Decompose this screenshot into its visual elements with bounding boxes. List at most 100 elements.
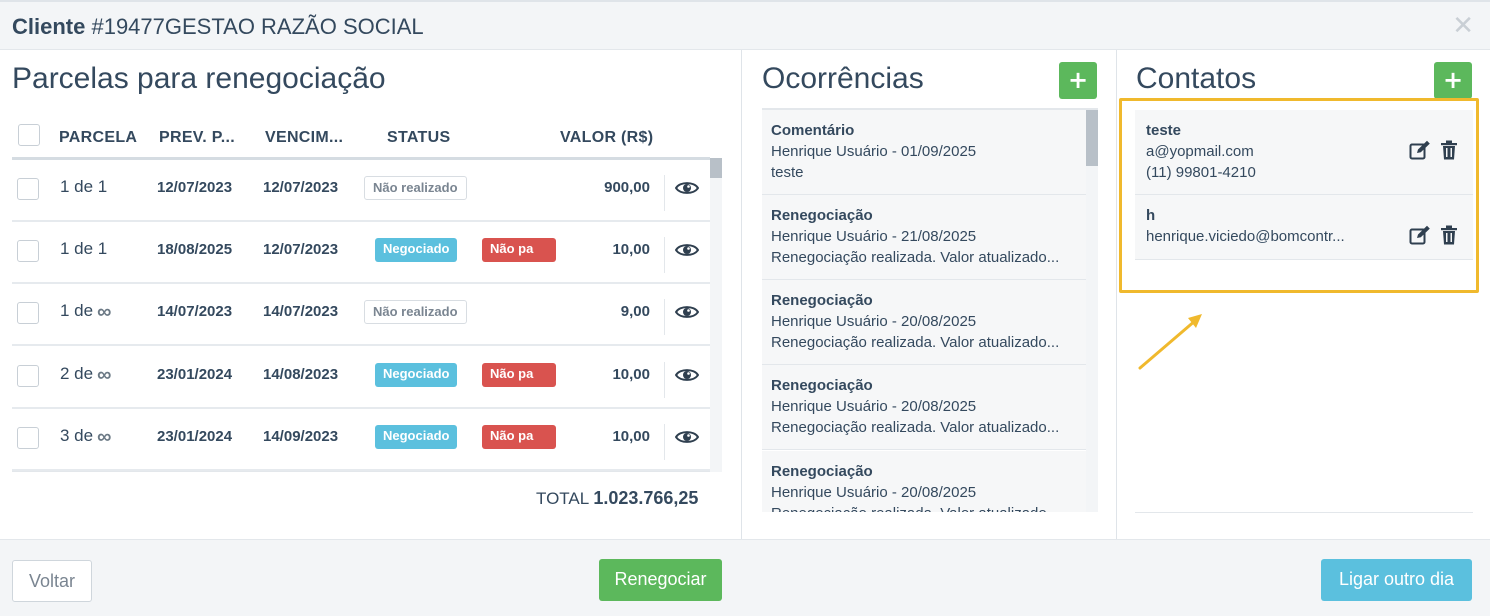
ocorrencia-author-date: Henrique Usuário - 20/08/2025	[771, 313, 977, 330]
table-row[interactable]: 1 de 1 18/08/2025 12/07/2023 Negociado Não p…	[12, 222, 710, 284]
eye-icon[interactable]	[675, 304, 699, 320]
column-divider	[741, 50, 742, 616]
row-checkbox[interactable]	[17, 302, 39, 324]
cell-divider	[664, 424, 665, 460]
parcelas-scrollbar[interactable]	[710, 158, 722, 472]
ocorrencia-description: Renegociação realizada. Valor atualizado…	[771, 505, 1077, 512]
eye-icon[interactable]	[675, 429, 699, 445]
total-row: TOTAL 1.023.766,25	[536, 488, 699, 508]
prev-pagamento-cell: 12/07/2023	[157, 179, 233, 196]
cell-divider	[664, 299, 665, 335]
ligar-outro-dia-button[interactable]: Ligar outro dia	[1321, 559, 1472, 601]
vencimento-cell: 12/07/2023	[263, 241, 339, 258]
voltar-button[interactable]: Voltar	[12, 560, 92, 602]
ocorrencia-item[interactable]: Renegociação Henrique Usuário - 21/08/202…	[762, 195, 1086, 280]
contato-detail: (11) 99801-4210	[1146, 164, 1256, 181]
valor-cell: 10,00	[612, 366, 650, 383]
status-badge: Negociado	[375, 425, 458, 449]
ocorrencias-list: Comentário Henrique Usuário - 01/09/2025 t…	[762, 108, 1098, 512]
contato-name: h	[1146, 207, 1156, 224]
row-checkbox[interactable]	[17, 178, 39, 200]
infinity-icon: ∞	[97, 364, 112, 386]
add-contato-button[interactable]: +	[1434, 62, 1472, 99]
select-all-checkbox[interactable]	[18, 124, 40, 146]
trash-icon[interactable]	[1440, 140, 1458, 160]
payment-status-badge: Não pa	[482, 363, 556, 387]
parcela-cell: 2 de ∞	[60, 364, 112, 386]
prev-pagamento-cell: 23/01/2024	[157, 428, 233, 445]
valor-cell: 900,00	[604, 179, 650, 196]
trash-icon[interactable]	[1440, 225, 1458, 245]
vencimento-cell: 12/07/2023	[263, 179, 339, 196]
total-value: 1.023.766,25	[593, 488, 699, 508]
contato-item: teste a@yopmail.com (11) 99801-4210	[1135, 110, 1473, 195]
modal-footer: Voltar Renegociar Ligar outro dia	[0, 539, 1490, 616]
plus-icon: +	[1442, 66, 1464, 94]
valor-cell: 10,00	[612, 428, 650, 445]
valor-cell: 10,00	[612, 241, 650, 258]
status-badge: Negociado	[375, 363, 458, 387]
payment-status-badge: Não pa	[482, 425, 556, 449]
valor-cell: 9,00	[620, 303, 650, 320]
column-header-valor[interactable]: VALOR (R$)	[560, 129, 653, 147]
ocorrencia-author-date: Henrique Usuário - 01/09/2025	[771, 143, 977, 160]
contatos-list-bottom	[1135, 512, 1473, 513]
row-checkbox[interactable]	[17, 365, 39, 387]
column-divider	[1116, 50, 1117, 616]
contato-detail: a@yopmail.com	[1146, 143, 1254, 160]
table-row[interactable]: 1 de 1 12/07/2023 12/07/2023 Não realizado 9…	[12, 160, 710, 222]
ocorrencia-author-date: Henrique Usuário - 20/08/2025	[771, 398, 977, 415]
vencimento-cell: 14/09/2023	[263, 428, 339, 445]
contato-item: h henrique.viciedo@bomcontr...	[1135, 195, 1473, 260]
vencimento-cell: 14/08/2023	[263, 366, 339, 383]
row-checkbox[interactable]	[17, 240, 39, 262]
vencimento-cell: 14/07/2023	[263, 303, 339, 320]
edit-icon[interactable]	[1409, 225, 1431, 245]
ocorrencia-item[interactable]: Renegociação Henrique Usuário - 20/08/202…	[762, 280, 1086, 365]
parcelas-table-header: PARCELA PREV. P... VENCIM... STATUS VALO…	[12, 120, 710, 160]
status-badge: Não realizado	[364, 300, 467, 324]
ocorrencia-type: Renegociação	[771, 292, 873, 309]
parcelas-table-body: 1 de 1 12/07/2023 12/07/2023 Não realizado 9…	[12, 160, 710, 472]
table-row[interactable]: 3 de ∞ 23/01/2024 14/09/2023 Negociado Não pa…	[12, 409, 710, 471]
contato-detail: henrique.viciedo@bomcontr...	[1146, 228, 1345, 245]
ocorrencia-item[interactable]: Renegociação Henrique Usuário - 20/08/202…	[762, 451, 1086, 512]
edit-icon[interactable]	[1409, 140, 1431, 160]
prev-pagamento-cell: 18/08/2025	[157, 241, 233, 258]
ocorrencia-item[interactable]: Renegociação Henrique Usuário - 20/08/202…	[762, 365, 1086, 450]
table-row[interactable]: 2 de ∞ 23/01/2024 14/08/2023 Negociado Não pa…	[12, 347, 710, 409]
column-header-vencimento[interactable]: VENCIM...	[265, 129, 343, 147]
column-header-parcela[interactable]: PARCELA	[59, 129, 137, 147]
add-ocorrencia-button[interactable]: +	[1059, 62, 1097, 99]
contato-name: teste	[1146, 122, 1182, 139]
ocorrencia-author-date: Henrique Usuário - 21/08/2025	[771, 228, 977, 245]
row-checkbox[interactable]	[17, 427, 39, 449]
ocorrencia-type: Comentário	[771, 122, 855, 139]
cell-divider	[664, 362, 665, 398]
renegociar-button[interactable]: Renegociar	[599, 559, 722, 601]
modal-header: Cliente #19477GESTAO RAZÃO SOCIAL ✕	[0, 2, 1490, 50]
ocorrencia-type: Renegociação	[771, 377, 873, 394]
modal-title: Cliente #19477GESTAO RAZÃO SOCIAL	[12, 14, 424, 39]
parcela-cell: 1 de ∞	[60, 301, 112, 323]
annotation-arrow-icon	[1138, 314, 1202, 370]
parcela-cell: 3 de ∞	[60, 426, 112, 448]
parcela-cell: 1 de 1	[60, 239, 108, 258]
ocorrencia-item[interactable]: Comentário Henrique Usuário - 01/09/2025 t…	[762, 110, 1086, 195]
eye-icon[interactable]	[675, 367, 699, 383]
status-badge: Negociado	[375, 238, 458, 262]
contatos-title: Contatos	[1136, 62, 1257, 95]
ocorrencias-scrollbar-thumb[interactable]	[1086, 110, 1098, 166]
column-header-prev-pagamento[interactable]: PREV. P...	[159, 129, 235, 147]
table-row[interactable]: 1 de ∞ 14/07/2023 14/07/2023 Não realizado 9,…	[12, 284, 710, 346]
close-icon[interactable]: ✕	[1452, 13, 1474, 39]
ocorrencias-title: Ocorrências	[762, 62, 924, 95]
eye-icon[interactable]	[675, 242, 699, 258]
payment-status-badge: Não pa	[482, 238, 556, 262]
column-header-status[interactable]: STATUS	[387, 129, 450, 147]
ocorrencias-scrollbar[interactable]	[1086, 110, 1098, 512]
eye-icon[interactable]	[675, 180, 699, 196]
parcelas-scrollbar-thumb[interactable]	[710, 158, 722, 178]
ocorrencia-type: Renegociação	[771, 207, 873, 224]
cell-divider	[664, 175, 665, 211]
